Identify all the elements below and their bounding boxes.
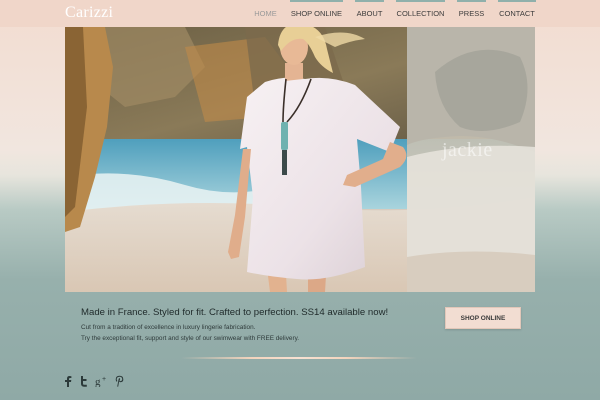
facebook-icon[interactable] — [64, 375, 72, 389]
hero-watermark: jackie — [442, 139, 493, 161]
nav-accent-bar — [396, 0, 445, 2]
nav-item-label: COLLECTION — [396, 9, 445, 18]
nav-item-contact[interactable]: CONTACT — [498, 0, 536, 27]
description-line-2: Try the exceptional fit, support and sty… — [81, 335, 300, 342]
nav-item-label: CONTACT — [499, 9, 535, 18]
nav-item-about[interactable]: ABOUT — [355, 0, 384, 27]
headline-text: Made in France. Styled for fit. Crafted … — [81, 307, 389, 318]
nav-item-label: SHOP ONLINE — [290, 9, 343, 18]
nav-item-press[interactable]: PRESS — [457, 0, 486, 27]
nav-item-collection[interactable]: COLLECTION — [396, 0, 445, 27]
nav-item-shop-online[interactable]: SHOP ONLINE — [290, 0, 343, 27]
twitter-icon[interactable] — [79, 375, 88, 389]
nav-accent-bar — [355, 0, 384, 2]
shop-online-button[interactable]: SHOP ONLINE — [445, 307, 521, 329]
hero-slide[interactable]: jackie — [65, 27, 535, 292]
nav-item-label: HOME — [254, 9, 277, 18]
svg-text:g: g — [95, 376, 101, 387]
main-nav: HOME SHOP ONLINE ABOUT COLLECTION PRESS … — [0, 0, 600, 27]
google-plus-icon[interactable]: g + — [95, 375, 109, 389]
divider — [181, 357, 417, 359]
nav-accent-bar — [457, 0, 486, 2]
svg-text:+: + — [102, 376, 106, 383]
nav-accent-bar — [498, 0, 536, 2]
nav-item-label: ABOUT — [356, 9, 383, 18]
pinterest-icon[interactable] — [115, 375, 124, 389]
description-line-1: Cut from a tradition of excellence in lu… — [81, 324, 256, 331]
nav-accent-bar — [253, 0, 278, 2]
nav-item-home[interactable]: HOME — [253, 0, 278, 27]
nav-accent-bar — [290, 0, 343, 2]
nav-item-label: PRESS — [458, 9, 485, 18]
